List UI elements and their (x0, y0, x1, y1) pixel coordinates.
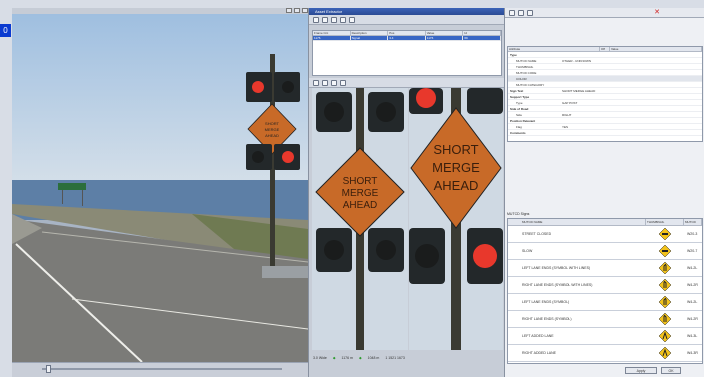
signal-light-bottom (282, 151, 294, 163)
list-item[interactable]: LEFT LANE ENDS (SYMBOL) W4-2L (508, 294, 702, 311)
zoom-in-icon[interactable] (313, 79, 319, 86)
green-guide-sign (58, 183, 86, 190)
left-viewer-timeline[interactable] (12, 362, 308, 377)
right-added-lane-sign-icon (659, 347, 671, 359)
zoom-toolbar (309, 78, 504, 88)
annotator-panel: Asset Extractor Frame Cnt Description Po… (308, 8, 504, 377)
signal-light-top (252, 81, 264, 93)
ok-button[interactable]: OK (661, 367, 681, 374)
zoom-view-right[interactable]: SHORT MERGE AHEAD (409, 88, 503, 350)
list-item[interactable]: STREET CLOSED W20-3 (508, 226, 702, 243)
svg-text:AHEAD: AHEAD (434, 178, 479, 193)
zoom-view-left[interactable]: SHORT MERGE AHEAD (312, 88, 408, 350)
close-icon[interactable]: ✕ (654, 9, 660, 16)
svg-text:SHORT: SHORT (265, 121, 279, 126)
list-item[interactable]: RIGHT ADDED LANE W4-3R (508, 345, 702, 362)
fit-icon[interactable] (340, 79, 346, 86)
timeline-slider-thumb[interactable] (46, 365, 51, 373)
left-lane-ends-symbol-icon (659, 296, 671, 308)
svg-text:SHORT: SHORT (433, 142, 478, 157)
grid-icon[interactable] (331, 16, 337, 23)
maximize-icon[interactable] (294, 8, 300, 13)
table-row[interactable]: 1176 Signal 3.4 1176 69 (313, 36, 501, 41)
annotator-titlebar: Asset Extractor (309, 8, 504, 15)
properties-panel: ✕ Attribute Off Value Type MUTCD NAME OTH… (504, 8, 704, 377)
new-icon[interactable] (313, 16, 319, 23)
right-lane-ends-sign-icon (659, 279, 671, 291)
green-arrow-icon: ◆ (358, 356, 362, 360)
minimize-icon[interactable] (286, 8, 292, 13)
properties-toolbar: ✕ (505, 8, 704, 18)
pan-icon[interactable] (331, 79, 337, 86)
green-arrow-icon: ◆ (332, 356, 336, 360)
left-lane-ends-sign-icon (659, 262, 671, 274)
list-item[interactable]: RIGHT LANE ENDS (SYMBOL) W4-2R (508, 311, 702, 328)
binoculars-icon[interactable] (509, 9, 515, 16)
svg-text:MERGE: MERGE (432, 160, 480, 175)
list-item[interactable]: LEFT ADDED LANE W4-3L (508, 328, 702, 345)
svg-text:MERGE: MERGE (265, 127, 280, 132)
apply-button[interactable]: Apply (625, 367, 657, 374)
list-item[interactable]: RIGHT LANE ENDS (SYMBOL WITH LINES) W4-2R (508, 277, 702, 294)
svg-text:AHEAD: AHEAD (265, 133, 279, 138)
list-item[interactable]: SLOW W20-7 (508, 243, 702, 260)
zoom-status-bar: 3.0 Wide ◆ 1176 m ◆ 1048 m 1 1521 1673 (313, 356, 405, 360)
lock-icon[interactable] (349, 16, 355, 23)
street-closed-sign-icon (659, 228, 671, 240)
delete-icon[interactable] (322, 16, 328, 23)
list-icon[interactable] (527, 9, 533, 16)
filter-icon[interactable] (518, 9, 524, 16)
library-button-bar: Apply OK (625, 367, 681, 374)
svg-text:MERGE: MERGE (342, 188, 379, 199)
frame-number-badge: 0 (0, 24, 11, 37)
left-added-lane-sign-icon (659, 330, 671, 342)
road-scene-image: SHORT MERGE AHEAD (12, 14, 308, 362)
library-header: MUTCD NAME THUMBNAIL MUTCD (508, 219, 702, 226)
zoom-out-icon[interactable] (322, 79, 328, 86)
slow-sign-icon (659, 245, 671, 257)
mutcd-library-table[interactable]: MUTCD NAME THUMBNAIL MUTCD STREET CLOSED… (507, 218, 703, 364)
camera-icon[interactable] (340, 16, 346, 23)
svg-text:AHEAD: AHEAD (343, 200, 377, 211)
library-caption: MUTCD Signs (507, 212, 530, 216)
svg-text:SHORT: SHORT (343, 176, 378, 187)
list-item[interactable]: LEFT LANE ENDS (SYMBOL WITH LINES) W4-2L (508, 260, 702, 277)
annotator-toolbar (309, 15, 504, 25)
assets-table[interactable]: Frame Cnt Description Pos Value Id 1176 … (312, 30, 502, 76)
property-row[interactable]: Comments (508, 130, 702, 136)
right-lane-ends-symbol-icon (659, 313, 671, 325)
properties-grid[interactable]: Attribute Off Value Type MUTCD NAME OTHER… (507, 46, 703, 142)
